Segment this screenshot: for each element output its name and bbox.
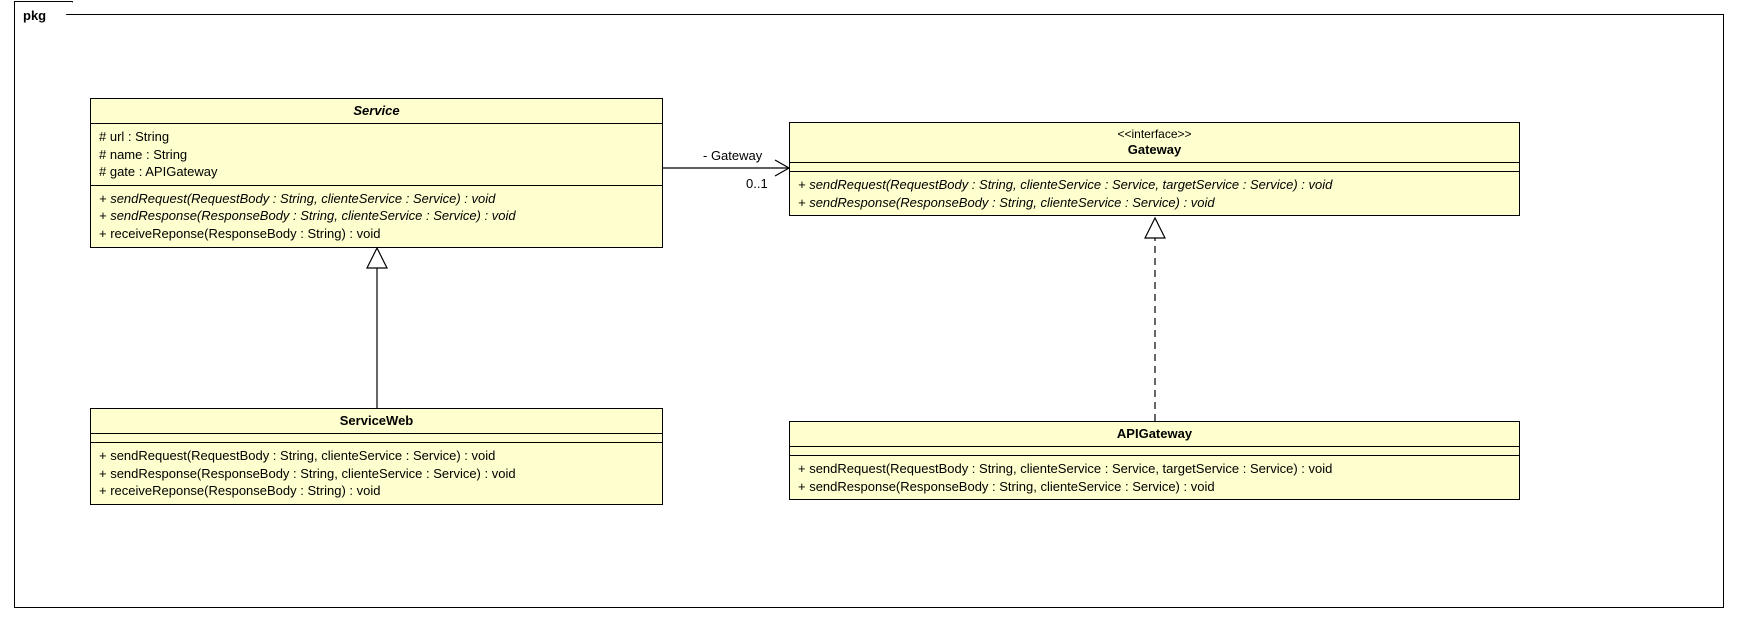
class-serviceweb-name: ServiceWeb <box>340 413 413 428</box>
op-row: + sendRequest(RequestBody : String, clie… <box>798 460 1511 478</box>
interface-gateway-name: Gateway <box>1128 142 1181 157</box>
class-service: Service # url : String # name : String #… <box>90 98 663 248</box>
class-service-name: Service <box>353 103 399 118</box>
class-apigateway-attrs <box>790 447 1519 456</box>
op-row: + sendResponse(ResponseBody : String, cl… <box>798 478 1511 496</box>
class-service-header: Service <box>91 99 662 124</box>
op-row: + sendResponse(ResponseBody : String, cl… <box>798 194 1511 212</box>
class-service-ops: + sendRequest(RequestBody : String, clie… <box>91 186 662 247</box>
interface-gateway-stereotype: <<interface>> <box>796 127 1513 142</box>
package-label: pkg <box>14 1 73 28</box>
op-row: + sendRequest(RequestBody : String, clie… <box>99 447 654 465</box>
class-service-attrs: # url : String # name : String # gate : … <box>91 124 662 186</box>
op-row: + sendRequest(RequestBody : String, clie… <box>798 176 1511 194</box>
class-apigateway-header: APIGateway <box>790 422 1519 447</box>
class-apigateway-ops: + sendRequest(RequestBody : String, clie… <box>790 456 1519 499</box>
class-serviceweb: ServiceWeb + sendRequest(RequestBody : S… <box>90 408 663 505</box>
attr-row: # gate : APIGateway <box>99 163 654 181</box>
interface-gateway-header: <<interface>> Gateway <box>790 123 1519 163</box>
op-row: + sendResponse(ResponseBody : String, cl… <box>99 207 654 225</box>
op-row: + sendRequest(RequestBody : String, clie… <box>99 190 654 208</box>
interface-gateway-ops: + sendRequest(RequestBody : String, clie… <box>790 172 1519 215</box>
op-row: + receiveReponse(ResponseBody : String) … <box>99 482 654 500</box>
class-serviceweb-ops: + sendRequest(RequestBody : String, clie… <box>91 443 662 504</box>
op-row: + sendResponse(ResponseBody : String, cl… <box>99 465 654 483</box>
assoc-role-label: - Gateway <box>703 148 762 163</box>
attr-row: # url : String <box>99 128 654 146</box>
class-serviceweb-attrs <box>91 434 662 443</box>
op-row: + receiveReponse(ResponseBody : String) … <box>99 225 654 243</box>
class-serviceweb-header: ServiceWeb <box>91 409 662 434</box>
class-apigateway-name: APIGateway <box>1117 426 1192 441</box>
attr-row: # name : String <box>99 146 654 164</box>
interface-gateway-attrs <box>790 163 1519 172</box>
assoc-multiplicity: 0..1 <box>746 176 768 191</box>
class-apigateway: APIGateway + sendRequest(RequestBody : S… <box>789 421 1520 500</box>
interface-gateway: <<interface>> Gateway + sendRequest(Requ… <box>789 122 1520 216</box>
diagram-canvas: pkg Service # url : String # name : Stri… <box>0 0 1738 638</box>
